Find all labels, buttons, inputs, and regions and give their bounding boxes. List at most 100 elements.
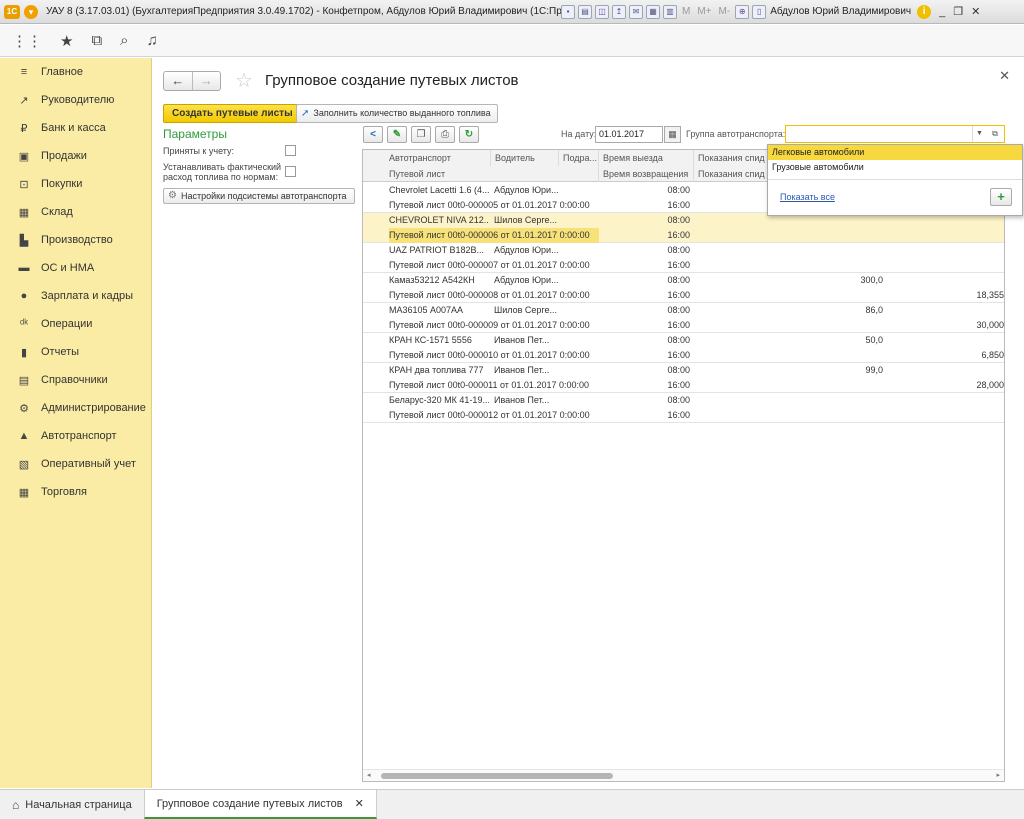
create-waybills-button[interactable]: Создать путевые листы (163, 104, 302, 123)
param-accepted-label: Приняты к учету: (163, 146, 234, 156)
cell-vehicle: КРАН два топлива 777 (389, 365, 484, 375)
sidebar-item[interactable]: ▤ Справочники (0, 366, 151, 394)
table-row[interactable]: МА36105 А007АА Шилов Серге... 08:00 Путевой… (363, 303, 1004, 333)
scroll-left-icon[interactable]: ◂ (367, 771, 371, 779)
add-icon[interactable]: + (990, 188, 1012, 206)
refresh-icon[interactable]: ↻ (459, 126, 479, 143)
forward-arrow-icon[interactable]: → (191, 71, 221, 90)
upload-icon[interactable]: ↥ (612, 4, 626, 19)
table-row[interactable]: UAZ PATRIOT B182B... Абдулов Юри... 08:00 П… (363, 243, 1004, 273)
window-title: УАУ 8 (3.17.03.01) (БухгалтерияПредприят… (46, 6, 561, 17)
col-odometer[interactable]: Показания спид (693, 150, 773, 166)
cell-v2: 6,850 (981, 350, 1004, 360)
table-row[interactable]: CHEVROLET NIVA 212... Шилов Серге... 08:00… (363, 213, 1004, 243)
sidebar-item[interactable]: ▦ Склад (0, 198, 151, 226)
restore-button[interactable]: ❐ (953, 5, 963, 18)
close-form-icon[interactable]: ✕ (999, 68, 1010, 84)
main-content: ← → ☆ Групповое создание путевых листов … (153, 58, 1024, 788)
open-icon[interactable]: ⧉ (988, 127, 1002, 141)
minimize-button[interactable]: _ (939, 6, 945, 18)
apps-grid-icon[interactable]: ⋮⋮ (12, 32, 42, 50)
waybills-table: Автотранспорт Водитель Подра... Время вы… (362, 149, 1005, 782)
group-input[interactable]: ▼ ⧉ (785, 125, 1005, 143)
sidebar-item[interactable]: ⊡ Покупки (0, 170, 151, 198)
sidebar-item[interactable]: ⚙ Администрирование (0, 394, 151, 422)
col-return[interactable]: Время возвращения (598, 166, 693, 182)
col-vehicle[interactable]: Автотранспорт (385, 150, 490, 166)
copy-icon[interactable]: ❐ (411, 126, 431, 143)
sidebar-item[interactable]: ≡ Главное (0, 58, 151, 86)
main-menu-icon[interactable]: ▾ (24, 4, 38, 19)
calendar-picker-icon[interactable]: ▦ (664, 126, 681, 143)
option-cars[interactable]: Легковые автомобили (768, 145, 1022, 160)
preview-icon[interactable]: ◫ (595, 4, 609, 19)
edit-icon[interactable]: ✎ (387, 126, 407, 143)
option-trucks[interactable]: Грузовые автомобили (768, 160, 1022, 175)
col-division[interactable]: Подра... (558, 150, 598, 166)
scroll-right-icon[interactable]: ▸ (996, 771, 1000, 779)
table-row[interactable]: Беларус-320 МК 41-19... Иванов Пет... 08:0… (363, 393, 1004, 423)
table-row[interactable]: КРАН два топлива 777 Иванов Пет... 08:00 Пу… (363, 363, 1004, 393)
app-toolbar: ⋮⋮ ★ ⧉ ⌕ ♫ (0, 25, 1024, 57)
user-name[interactable]: Абдулов Юрий Владимирович (770, 6, 911, 17)
cell-v1 (693, 393, 883, 408)
accepted-checkbox[interactable] (285, 145, 296, 156)
cell-out: 08:00 (667, 365, 690, 375)
cell-driver: Абдулов Юри... (494, 185, 558, 195)
memory-m[interactable]: M (682, 6, 690, 17)
sidebar-item-label: Руководителю (41, 94, 115, 106)
sidebar-item[interactable]: ₽ Банк и касса (0, 114, 151, 142)
calendar-icon[interactable]: ▥ (663, 4, 677, 19)
date-label: На дату: (561, 129, 597, 139)
sidebar-item[interactable]: ▲ Автотранспорт (0, 422, 151, 450)
sidebar-item[interactable]: ● Зарплата и кадры (0, 282, 151, 310)
home-tab[interactable]: ⌂ Начальная страница (0, 790, 144, 819)
favorite-star-icon[interactable]: ☆ (235, 68, 253, 93)
dropdown-arrow-icon[interactable]: ▼ (972, 126, 986, 142)
table-row[interactable]: КРАН КС-1571 5556 Иванов Пет... 08:00 Путев… (363, 333, 1004, 363)
col-odometer-return[interactable]: Показания спид (693, 166, 773, 182)
back-arrow-icon[interactable]: ← (164, 72, 192, 90)
col-driver[interactable]: Водитель (490, 150, 558, 166)
close-tab-icon[interactable]: ✕ (355, 797, 364, 810)
sidebar-item[interactable]: ▬ ОС и НМА (0, 254, 151, 282)
show-all-link[interactable]: Показать все (780, 192, 835, 202)
favorites-star-icon[interactable]: ★ (60, 32, 73, 50)
cell-back: 16:00 (667, 200, 690, 210)
date-input[interactable]: 01.01.2017 (595, 126, 663, 143)
print-list-icon[interactable]: ⎙ (435, 126, 455, 143)
search-icon[interactable]: ⌕ (120, 32, 128, 49)
col-waybill[interactable]: Путевой лист (385, 166, 598, 182)
zoom-icon[interactable]: ⊕ (735, 4, 750, 19)
panel-icon[interactable]: ▯ (752, 4, 767, 19)
print-icon[interactable]: ▤ (578, 4, 592, 19)
info-icon[interactable]: i (917, 4, 932, 19)
fill-fuel-button[interactable]: ➚ Заполнить количество выданного топлива (296, 104, 498, 123)
sidebar-item[interactable]: ▧ Оперативный учет (0, 450, 151, 478)
sidebar-item[interactable]: ▦ Торговля (0, 478, 151, 506)
settings-button[interactable]: ⚙ Настройки подсистемы автотранспорта (163, 188, 355, 204)
table-row[interactable]: Камаз53212 А542КН Абдулов Юри... 08:00 Путе… (363, 273, 1004, 303)
collapse-left-icon[interactable]: < (363, 126, 383, 143)
memory-m-plus[interactable]: M+ (697, 6, 711, 17)
active-tab[interactable]: Групповое создание путевых листов ✕ (143, 790, 377, 819)
sidebar-item[interactable]: ↗ Руководителю (0, 86, 151, 114)
sidebar-item[interactable]: ᵈᵏ Операции (0, 310, 151, 338)
horizontal-scrollbar[interactable]: ◂ ▸ (363, 769, 1004, 781)
scroll-thumb[interactable] (381, 773, 613, 779)
cell-driver: Абдулов Юри... (494, 275, 558, 285)
save-icon[interactable]: ▪ (561, 4, 575, 19)
sidebar-item[interactable]: ▮ Отчеты (0, 338, 151, 366)
bell-icon[interactable]: ♫ (147, 32, 158, 49)
memory-m-minus[interactable]: M- (719, 6, 731, 17)
sidebar-item[interactable]: ▙ Производство (0, 226, 151, 254)
actual-fuel-checkbox[interactable] (285, 166, 296, 177)
mail-icon[interactable]: ✉ (629, 4, 643, 19)
close-window-button[interactable]: ✕ (971, 5, 980, 18)
calculator-icon[interactable]: ▦ (646, 4, 660, 19)
cell-v2 (883, 258, 1004, 273)
history-icon[interactable]: ⧉ (91, 32, 102, 49)
col-departure[interactable]: Время выезда (598, 150, 693, 166)
sidebar-item[interactable]: ▣ Продажи (0, 142, 151, 170)
sidebar-item-label: Покупки (41, 178, 83, 190)
